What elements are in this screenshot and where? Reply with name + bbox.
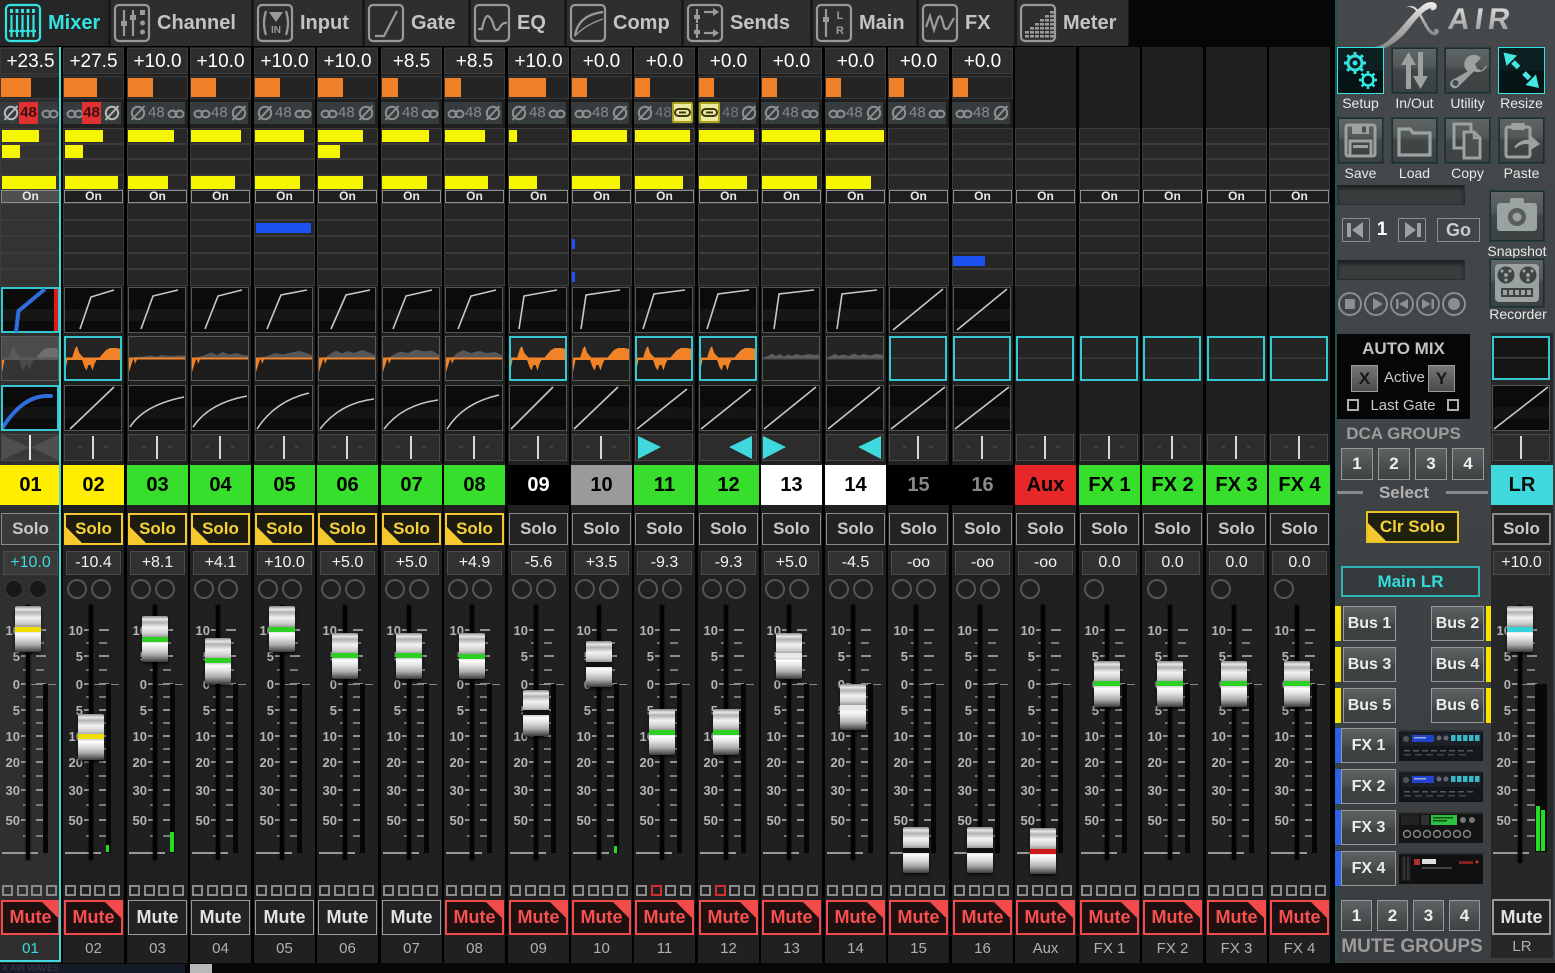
svg-text:IN: IN — [271, 25, 281, 36]
svg-text:L: L — [837, 10, 844, 22]
svg-text:AIR: AIR — [1446, 3, 1517, 36]
svg-text:R: R — [836, 25, 844, 37]
